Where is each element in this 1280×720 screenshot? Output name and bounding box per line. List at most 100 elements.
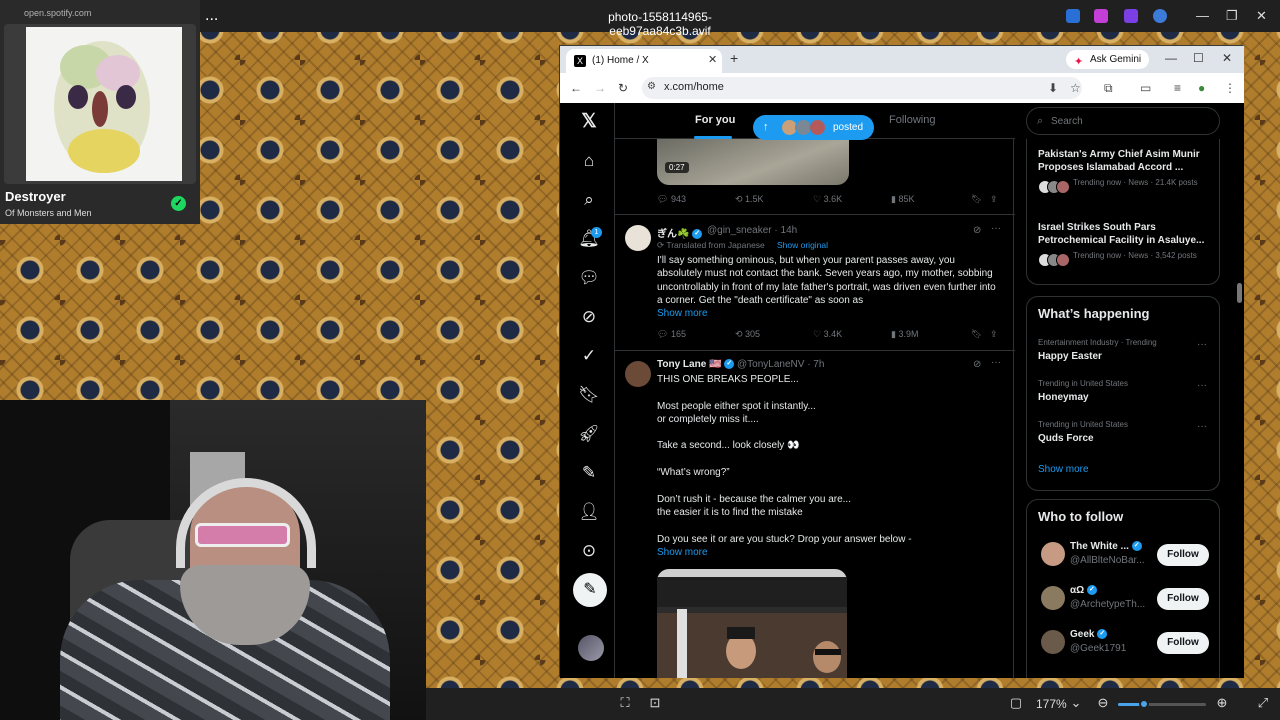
tweet-image[interactable] [657,569,847,678]
text-select-icon[interactable]: ⊡ [648,696,662,710]
browser-close-icon[interactable]: ✕ [1222,51,1232,65]
new-tab-button[interactable]: + [730,50,738,66]
messages-icon[interactable]: 💬︎ [578,267,600,289]
trend-name[interactable]: Happy Easter [1038,351,1102,362]
x-logo-icon[interactable]: 𝕏 [578,111,600,133]
cloud-icon[interactable] [1153,9,1167,23]
more-nav-icon[interactable]: ⊙ [578,540,600,562]
trend-name[interactable]: Honeymay [1038,392,1089,403]
scrollbar-thumb[interactable] [1237,283,1242,303]
home-icon[interactable]: ⌂ [578,150,600,172]
minimize-icon[interactable]: — [1196,8,1209,23]
news-title[interactable]: Pakistan's Army Chief Asim Munir Propose… [1038,148,1213,174]
tweet-avatar[interactable] [625,361,651,387]
tab-x-home[interactable]: X (1) Home / X ✕ [566,49,722,73]
search-input[interactable]: ⌕ Search [1026,107,1220,135]
app-icon-2[interactable] [1094,9,1108,23]
follow-name[interactable]: The White ... ✓ [1070,541,1142,552]
jobs-rocket-icon[interactable]: 🚀︎ [578,423,600,445]
tweet[interactable]: 0:27 💬︎ 943 ⟲ 1.5K ♡ 3.6K ▮ 85K 🔖︎ ⇪ [615,139,1015,215]
actual-size-icon[interactable]: ▢ [1009,696,1023,710]
bookmarks-icon[interactable]: 🔖︎ [578,384,600,406]
fit-screen-icon[interactable]: ⛶ [618,696,632,710]
trends-show-more-link[interactable]: Show more [1038,464,1089,475]
zoom-slider-knob[interactable] [1139,699,1150,709]
tweet-video[interactable]: 0:27 [657,139,849,185]
grok-explain-icon[interactable]: ⊘ [973,359,981,370]
lists-icon[interactable]: ✎ [578,462,600,484]
zoom-slider[interactable] [1118,699,1206,709]
share-icon[interactable]: ⇪ [990,329,998,340]
zoom-level[interactable]: 177% [1036,697,1067,711]
follow-name[interactable]: Geek ✓ [1070,629,1108,640]
bookmark-icon[interactable]: 🔖︎ [971,194,982,205]
repost-button[interactable]: ⟲ 305 [735,329,760,340]
tweet-more-icon[interactable]: ··· [991,223,1001,234]
follow-button[interactable]: Follow [1157,588,1209,610]
tab-following[interactable]: Following [889,114,935,126]
reply-button[interactable]: 💬︎ 165 [657,329,686,340]
tweet-more-icon[interactable]: ··· [991,357,1001,368]
app-icon-1[interactable] [1066,9,1080,23]
show-more-link[interactable]: Show more [657,547,708,558]
zoom-dropdown-icon[interactable]: ⌄ [1069,696,1083,710]
reload-icon[interactable]: ↻ [618,81,628,95]
bookmark-star-icon[interactable]: ☆ [1070,81,1081,95]
media-icon[interactable]: ≡ [1174,81,1181,95]
follow-button[interactable]: Follow [1157,544,1209,566]
extensions-icon[interactable]: ⧉ [1104,81,1113,96]
split-view-icon[interactable]: ▭ [1140,81,1151,95]
follow-avatar[interactable] [1041,586,1065,610]
install-icon[interactable]: ⬇ [1048,81,1058,95]
follow-avatar[interactable] [1041,630,1065,654]
follow-button[interactable]: Follow [1157,632,1209,654]
views-button[interactable]: ▮ 85K [891,194,914,205]
like-button[interactable]: ♡ 3.4K [813,329,842,340]
verified-orgs-icon[interactable]: ✓ [578,345,600,367]
follow-avatar[interactable] [1041,542,1065,566]
follow-name[interactable]: αΩ ✓ [1070,585,1097,596]
trend-more-icon[interactable]: ··· [1197,380,1207,391]
trend-name[interactable]: Quds Force [1038,433,1094,444]
saved-check-icon[interactable]: ✓ [171,196,186,211]
trend-more-icon[interactable]: ··· [1197,421,1207,432]
page-scrollbar[interactable] [1237,163,1242,663]
compose-post-button[interactable]: ✎ [573,573,607,607]
site-info-icon[interactable]: ⚙ [647,81,656,92]
new-posts-pill[interactable]: ↑ posted [753,115,874,140]
reply-button[interactable]: 💬︎ 943 [657,194,686,205]
trend-more-icon[interactable]: ··· [1197,339,1207,350]
ask-gemini-button[interactable]: ✦ Ask Gemini [1066,50,1150,69]
tweet-author-handle[interactable]: @TonyLaneNV · 7h [737,359,824,370]
repost-button[interactable]: ⟲ 1.5K [735,194,764,205]
share-icon[interactable]: ⇪ [990,194,998,205]
bookmark-icon[interactable]: 🔖︎ [971,329,982,340]
show-more-link[interactable]: Show more [657,308,708,319]
tab-close-icon[interactable]: ✕ [708,53,717,66]
zoom-in-icon[interactable]: ⊕ [1215,696,1229,710]
fullscreen-icon[interactable]: ⤢ [1256,696,1270,710]
tweet-author-name[interactable]: ぎん☘️ ✓ [657,225,703,240]
profile-icon[interactable]: ● [1198,81,1205,95]
explore-icon[interactable]: ⌕ [578,189,600,211]
profile-nav-icon[interactable]: 👤︎ [578,501,600,523]
tweet[interactable]: Tony Lane 🇺🇸 ✓ @TonyLaneNV · 7h ⊘ ··· TH… [615,351,1015,678]
show-original-link[interactable]: Show original [777,240,828,250]
app-icon-3[interactable] [1124,9,1138,23]
forward-icon[interactable]: → [594,81,606,95]
tweet-author-name[interactable]: Tony Lane 🇺🇸 ✓ [657,359,735,370]
tweet-author-handle[interactable]: @gin_sneaker · 14h [707,225,797,236]
maximize-icon[interactable]: ❐ [1226,8,1238,24]
viewer-more-button[interactable]: ... [205,7,218,25]
url-text[interactable]: x.com/home [664,81,724,93]
tweet[interactable]: ぎん☘️ ✓ @gin_sneaker · 14h ⊘ ··· ⟳ Transl… [615,215,1015,351]
zoom-out-icon[interactable]: ⊖ [1096,696,1110,710]
tweet-avatar[interactable] [625,225,651,251]
grok-explain-icon[interactable]: ⊘ [973,225,981,236]
back-icon[interactable]: ← [570,81,582,95]
browser-maximize-icon[interactable]: ☐ [1193,51,1204,65]
news-title[interactable]: Israel Strikes South Pars Petrochemical … [1038,221,1213,247]
close-icon[interactable]: ✕ [1256,8,1267,24]
like-button[interactable]: ♡ 3.6K [813,194,842,205]
browser-menu-icon[interactable]: ⋮ [1224,81,1236,95]
